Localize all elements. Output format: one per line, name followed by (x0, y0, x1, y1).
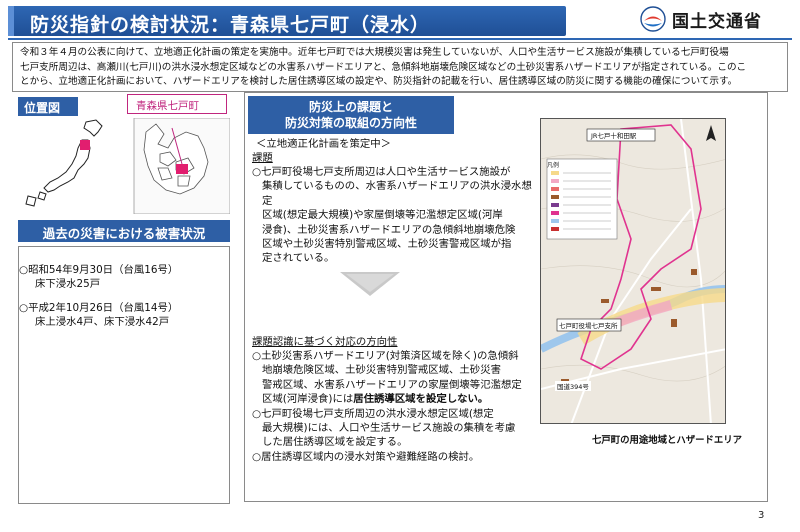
japan-map-icon (25, 119, 103, 207)
intro-box: 令和３年４月の公表に向けて、立地適正化計画の策定を実施中。近年七戸町では大規模災… (12, 42, 788, 92)
issue-line: ○七戸町役場七戸支所周辺は人口や生活サービス施設が (252, 166, 511, 178)
title-bar: 防災指針の検討状況：青森県七戸町（浸水） (8, 6, 566, 36)
location-map (18, 117, 231, 215)
hazard-map: 凡例 JR七戸十和田駅 七戸町役場七戸支所 国道394号 (540, 118, 726, 424)
page-number: 3 (758, 510, 765, 521)
issue-label: 課題 (252, 152, 273, 164)
disaster-damage: 床上浸水4戸、床下浸水42戸 (35, 316, 170, 328)
issue-line: 浸食)、土砂災害系ハザードエリアの急傾斜地崩壊危険 (262, 223, 516, 236)
policy-line: 警戒区域、水害系ハザードエリアの家屋倒壊等氾濫想定 (262, 378, 522, 391)
plan-subheading: ＜立地適正化計画を策定中＞ (256, 138, 392, 150)
policy-line: ○土砂災害系ハザードエリア(対策済区域を除く)の急傾斜 (252, 350, 519, 362)
location-callout: 青森県七戸町 (127, 94, 227, 114)
map-caption: 七戸町の用途地域とハザードエリア (592, 435, 743, 446)
issue-line: 区域(想定最大規模)や家屋倒壊等氾濫想定区域(河岸 (262, 209, 503, 222)
title-accent (8, 6, 14, 36)
ministry-name: 国土交通省 (672, 11, 762, 32)
disaster-date: ○昭和54年9月30日（台風16号） (19, 264, 179, 276)
policy-line: ○七戸町役場七戸支所周辺の洪水浸水想定区域(想定 (252, 407, 494, 420)
aomori-marker (80, 140, 90, 150)
issue-line: 定されている。 (262, 252, 335, 265)
issues-heading: 防災上の課題と 防災対策の取組の方向性 (248, 96, 454, 134)
issues-heading-line1: 防災上の課題と (308, 100, 393, 114)
policy-label: 課題認識に基づく対応の方向性 (252, 336, 398, 348)
map-label-station: JR七戸十和田駅 (591, 132, 637, 140)
policy-line: した居住誘導区域を設定する。 (262, 436, 408, 449)
disaster-item: ○昭和54年9月30日（台風16号） 床下浸水25戸 (19, 263, 229, 291)
disaster-date: ○平成2年10月26日（台風14号） (19, 302, 179, 314)
policy-line: 区域(河岸浸食)には居住誘導区域を設定しない。 (252, 392, 542, 406)
past-disasters-box: ○昭和54年9月30日（台風16号） 床下浸水25戸 ○平成2年10月26日（台… (18, 246, 230, 504)
ministry-emblem-icon (640, 6, 666, 32)
intro-line: とから、立地適正化計画において、ハザードエリアを検討した居住誘導区域の設定や、防… (20, 76, 738, 87)
location-label: 位置図 (18, 97, 78, 116)
page-title: 防災指針の検討状況：青森県七戸町（浸水） (30, 14, 431, 36)
map-label-office: 七戸町役場七戸支所 (559, 322, 618, 330)
disaster-item: ○平成2年10月26日（台風14号） 床上浸水4戸、床下浸水42戸 (19, 301, 229, 329)
intro-line: 七戸支所周辺は、高瀬川(七戸川)の洪水浸水想定区域などの水害系ハザードエリアと、… (20, 61, 747, 73)
past-disasters-heading: 過去の災害における被害状況 (18, 220, 230, 242)
map-label-road: 国道394号 (555, 381, 591, 391)
down-arrow-icon (340, 272, 400, 296)
policy-line: ○居住誘導区域内の浸水対策や避難経路の検討。 (252, 450, 480, 463)
policy-text: ○土砂災害系ハザードエリア(対策済区域を除く)の急傾斜 地崩壊危険区域、土砂災害… (252, 349, 542, 464)
ministry-logo: 国土交通省 (640, 6, 762, 32)
intro-line: 令和３年４月の公表に向けて、立地適正化計画の策定を実施中。近年七戸町では大規模災… (20, 47, 729, 58)
issue-line: 集積しているものの、水害系ハザードエリアの洪水浸水想定 (262, 180, 532, 207)
title-rule (8, 38, 792, 40)
policy-line-emphasis: 居住誘導区域を設定しない。 (353, 393, 489, 406)
issues-heading-line2: 防災対策の取組の方向性 (284, 116, 417, 130)
issue-line: 区域や土砂災害特別警戒区域、土砂災害警戒区域が指 (262, 238, 512, 251)
issue-text: ○七戸町役場七戸支所周辺は人口や生活サービス施設が 集積しているものの、水害系ハ… (252, 165, 536, 266)
policy-line: 最大規模)には、人口や生活サービス施設の集積を考慮 (262, 422, 516, 435)
disaster-damage: 床下浸水25戸 (35, 278, 101, 290)
policy-line-normal: 区域(河岸浸食)には (262, 393, 354, 406)
map-legend-title: 凡例 (547, 162, 560, 169)
policy-line: 地崩壊危険区域、土砂災害特別警戒区域、土砂災害 (262, 364, 501, 377)
